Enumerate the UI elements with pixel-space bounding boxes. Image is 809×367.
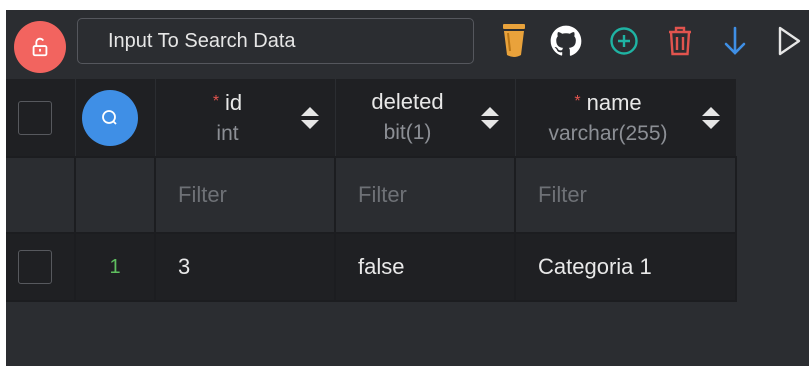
cell-id[interactable]: 3 [156, 234, 336, 302]
column-name: deleted [371, 89, 444, 114]
row-number: 1 [109, 255, 121, 278]
column-header-name[interactable]: * name varchar(255) [516, 79, 737, 156]
filter-cell-id [156, 158, 336, 234]
cell-value: Categoria 1 [538, 254, 652, 279]
table-header-row: * id int deleted bit(1) * name varchar(255… [6, 79, 737, 156]
filter-cell-deleted [336, 158, 516, 234]
add-circle-icon [610, 27, 638, 55]
unlock-button[interactable] [14, 21, 66, 73]
sort-toggle[interactable] [299, 103, 321, 133]
required-mark: * [574, 92, 581, 110]
row-search-cell [76, 79, 156, 156]
cell-name[interactable]: Categoria 1 [516, 234, 737, 302]
filter-input-deleted[interactable] [336, 158, 514, 232]
filter-input-id[interactable] [156, 158, 334, 232]
sort-toggle[interactable] [479, 103, 501, 133]
cell-deleted[interactable]: false [336, 234, 516, 302]
sort-icon [301, 106, 319, 129]
column-type: varchar(255) [548, 121, 668, 145]
sort-toggle[interactable] [700, 103, 722, 133]
window-top-edge [0, 0, 809, 10]
column-header-deleted[interactable]: deleted bit(1) [336, 79, 516, 156]
cell-value: false [358, 254, 405, 279]
filter-input-name[interactable] [516, 158, 735, 232]
unlock-icon [32, 37, 48, 57]
row-select-cell [6, 234, 76, 302]
play-icon [778, 26, 801, 56]
run-button[interactable] [772, 18, 806, 64]
row-search-button[interactable] [82, 89, 138, 146]
search-input[interactable] [77, 18, 474, 64]
add-row-button[interactable] [604, 18, 644, 64]
select-all-checkbox[interactable] [18, 100, 52, 135]
required-mark: * [212, 92, 220, 110]
filter-spacer [6, 158, 76, 234]
column-header-id[interactable]: * id int [156, 79, 336, 156]
column-name: name [586, 89, 642, 115]
filter-row [6, 156, 737, 234]
search-icon [102, 109, 117, 125]
row-number-cell: 1 [76, 234, 156, 302]
download-button[interactable] [718, 18, 752, 64]
column-type: bit(1) [383, 121, 432, 144]
column-type: int [216, 121, 239, 145]
select-all-cell [6, 79, 76, 156]
cell-value: 3 [178, 254, 191, 279]
sort-icon [481, 106, 499, 129]
github-icon [550, 25, 582, 56]
github-button[interactable] [545, 18, 587, 64]
arrow-down-icon [724, 26, 746, 55]
table-row[interactable]: 1 3 false Categoria 1 [6, 234, 737, 302]
brush-icon [503, 24, 525, 57]
filter-cell-name [516, 158, 737, 234]
trash-icon [669, 26, 691, 56]
row-checkbox[interactable] [18, 250, 52, 284]
sort-icon [702, 106, 720, 129]
column-name: id [225, 89, 243, 115]
clear-filter-button[interactable] [496, 18, 532, 64]
delete-button[interactable] [660, 18, 700, 64]
filter-spacer [76, 158, 156, 234]
